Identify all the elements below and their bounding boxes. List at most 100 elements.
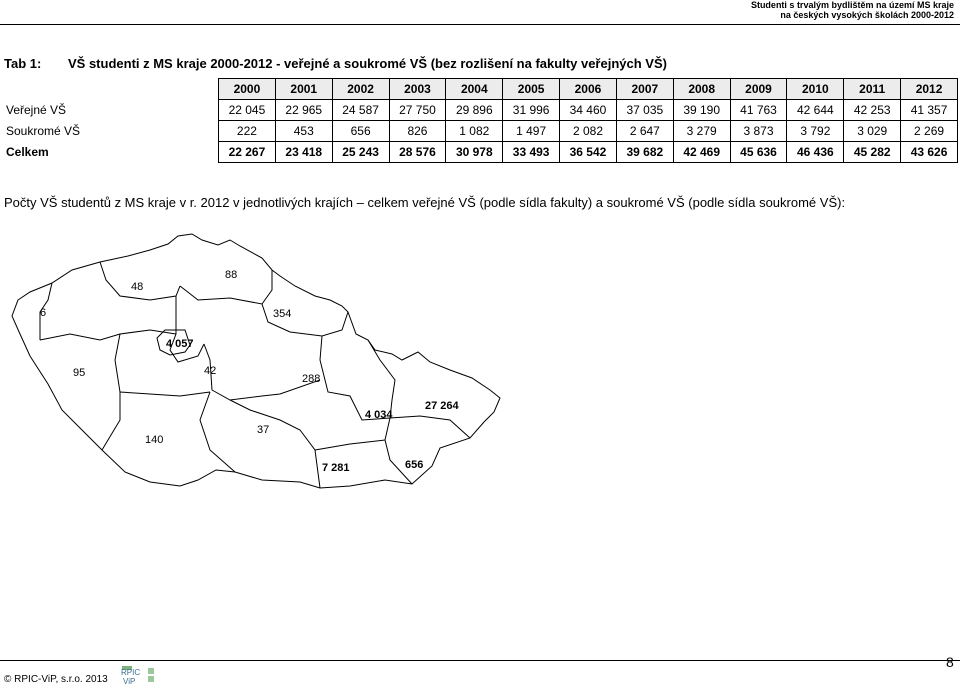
table-cell: 23 418 (274, 141, 333, 163)
page-number: 8 (946, 654, 954, 670)
table-cell: 22 267 (218, 141, 276, 163)
table-cell: 24 587 (331, 99, 390, 121)
region-value-vysocina: 37 (257, 424, 269, 436)
map-title: Počty VŠ studentů z MS kraje v r. 2012 v… (4, 195, 846, 210)
table-cell: 826 (388, 120, 447, 142)
table-cell: 3 873 (729, 120, 788, 142)
table-row: Veřejné VŠ 22 045 22 965 24 587 27 750 2… (4, 99, 958, 121)
region-value-zlinsky: 656 (405, 459, 423, 471)
region-value-karlovarsky: 6 (40, 307, 46, 319)
table-cell: 42 253 (843, 99, 902, 121)
year-cell: 2007 (615, 78, 674, 100)
year-cell: 2010 (786, 78, 845, 100)
table-cell: 3 029 (843, 120, 902, 142)
table-title: VŠ studenti z MS kraje 2000-2012 - veřej… (68, 56, 667, 71)
rpic-vip-logo: RPIC ViP (121, 666, 154, 686)
border (319, 335, 391, 421)
table-header-row: 2000 2001 2002 2003 2004 2005 2006 2007 … (4, 78, 958, 100)
table-cell: 42 469 (672, 141, 731, 163)
header-rule (0, 24, 960, 25)
region-value-kralovehradecky: 354 (273, 308, 291, 320)
border (389, 415, 471, 439)
region-value-plzensky: 95 (73, 367, 85, 379)
year-cell: 2008 (672, 78, 731, 100)
table-cell: 45 636 (729, 141, 788, 163)
border (169, 296, 205, 363)
region-value-jihocesky: 140 (145, 434, 163, 446)
table-cell: 41 357 (900, 99, 958, 121)
table-cell: 222 (218, 120, 276, 142)
table-cell: 29 896 (445, 99, 504, 121)
table-cell: 41 763 (729, 99, 788, 121)
table-cell: 30 978 (445, 141, 504, 163)
table-cell: 656 (331, 120, 390, 142)
year-cell: 2011 (843, 78, 902, 100)
header-line-1: Studenti s trvalým bydlištěm na území MS… (750, 0, 954, 10)
table-cell: 27 750 (388, 99, 447, 121)
table-cell: 36 542 (559, 141, 617, 163)
table-cell: 39 190 (672, 99, 731, 121)
region-map: 6 48 88 354 4 057 95 42 288 4 034 27 264… (11, 233, 501, 489)
table-cell: 453 (274, 120, 333, 142)
table-cell: 34 460 (559, 99, 617, 121)
table-cell: 46 436 (786, 141, 845, 163)
region-value-jihomoravsky: 7 281 (322, 462, 350, 474)
table-cell: 37 035 (615, 99, 674, 121)
region-value-olomoucky: 4 034 (365, 409, 393, 421)
region-value-liberecky: 88 (225, 269, 237, 281)
year-cell: 2005 (502, 78, 561, 100)
table-total-row: Celkem 22 267 23 418 25 243 28 576 30 97… (4, 141, 958, 163)
country-outline (11, 233, 501, 489)
region-value-moravskoslezsky: 27 264 (425, 400, 460, 412)
copyright-text: © RPIC-ViP, s.r.o. 2013 (4, 674, 108, 685)
border (39, 329, 177, 341)
border (114, 333, 211, 397)
border (101, 392, 121, 451)
table-cell: 1 497 (502, 120, 561, 142)
year-cell: 2012 (900, 78, 958, 100)
svg-text:ViP: ViP (123, 677, 135, 686)
table-cell: 22 965 (274, 99, 333, 121)
students-table: 2000 2001 2002 2003 2004 2005 2006 2007 … (4, 78, 958, 163)
table-cell: 31 996 (502, 99, 561, 121)
year-cell: 2002 (331, 78, 390, 100)
row-label: Celkem (6, 145, 49, 159)
header-line-2: na českých vysokých školách 2000-2012 (780, 10, 954, 20)
region-value-stredocesky: 42 (204, 365, 216, 377)
border (199, 391, 236, 473)
map-borders (11, 233, 501, 489)
table-cell: 2 082 (559, 120, 617, 142)
year-cell: 2001 (274, 78, 333, 100)
year-cell: 2004 (445, 78, 504, 100)
region-value-ustecky: 48 (131, 281, 143, 293)
table-cell: 45 282 (843, 141, 902, 163)
region-value-praha: 4 057 (166, 338, 194, 350)
year-cell: 2003 (388, 78, 447, 100)
table-corner (4, 78, 219, 100)
year-cell: 2009 (729, 78, 788, 100)
border (203, 343, 321, 401)
year-cell: 2000 (218, 78, 276, 100)
table-number: Tab 1: (4, 56, 42, 71)
svg-text:RPIC: RPIC (121, 668, 140, 677)
year-cell: 2006 (559, 78, 617, 100)
table-cell: 33 493 (502, 141, 561, 163)
table-cell: 3 279 (672, 120, 731, 142)
border (314, 439, 386, 451)
table-cell: 2 647 (615, 120, 674, 142)
table-cell: 2 269 (900, 120, 958, 142)
table-cell: 43 626 (900, 141, 958, 163)
table-cell: 39 682 (615, 141, 674, 163)
row-label: Soukromé VŠ (6, 124, 81, 138)
table-cell: 25 243 (331, 141, 390, 163)
table-row: Soukromé VŠ 222 453 656 826 1 082 1 497 … (4, 120, 958, 142)
table-cell: 3 792 (786, 120, 845, 142)
footer-rule (0, 660, 960, 661)
table-cell: 1 082 (445, 120, 504, 142)
document-header: Studenti s trvalým bydlištěm na území MS… (751, 0, 954, 20)
region-value-pardubicky: 288 (302, 373, 320, 385)
row-label: Veřejné VŠ (6, 103, 67, 117)
table-cell: 42 644 (786, 99, 845, 121)
table-cell: 28 576 (388, 141, 447, 163)
table-cell: 22 045 (218, 99, 276, 121)
